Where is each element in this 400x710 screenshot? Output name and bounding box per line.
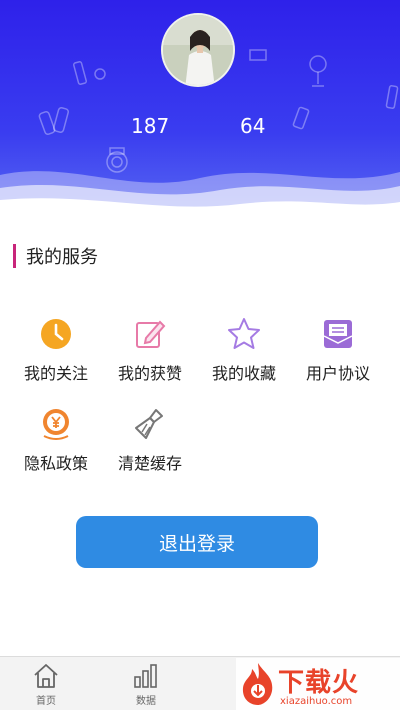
service-label: 隐私政策 xyxy=(23,454,88,473)
watermark: 下载火 xiazaihuo.com xyxy=(236,658,400,710)
service-label: 用户协议 xyxy=(305,364,370,383)
flame-logo-icon xyxy=(242,663,273,705)
service-label: 我的收藏 xyxy=(211,364,276,383)
tab-data[interactable]: 数据 xyxy=(116,661,176,707)
service-my-likes[interactable]: 我的获赞 xyxy=(103,316,197,396)
service-my-favorites[interactable]: 我的收藏 xyxy=(197,316,291,396)
yen-coin-icon xyxy=(43,409,69,440)
service-user-agreement[interactable]: 用户协议 xyxy=(291,316,385,396)
section-accent-bar xyxy=(13,244,16,268)
home-icon xyxy=(34,664,58,688)
tab-label: 数据 xyxy=(136,696,156,707)
star-icon xyxy=(228,318,260,349)
bar-chart-icon xyxy=(134,664,157,688)
clock-icon xyxy=(41,319,71,349)
watermark-text: 下载火 xyxy=(278,668,360,698)
service-label: 我的关注 xyxy=(23,364,88,383)
avatar[interactable] xyxy=(161,13,235,87)
logout-button[interactable]: 退出登录 xyxy=(76,516,318,568)
broom-icon xyxy=(135,409,163,439)
section-title: 我的服务 xyxy=(13,243,98,269)
tab-label: 首页 xyxy=(36,696,56,707)
mail-icon xyxy=(323,320,353,348)
watermark-url: xiazaihuo.com xyxy=(280,696,353,707)
service-clear-cache[interactable]: 清楚缓存 xyxy=(103,406,197,486)
stat-likes-count[interactable]: 64 xyxy=(240,114,265,138)
service-my-follows[interactable]: 我的关注 xyxy=(9,316,103,396)
service-label: 我的获赞 xyxy=(117,364,182,383)
service-label: 清楚缓存 xyxy=(117,454,182,473)
tab-home[interactable]: 首页 xyxy=(16,661,76,707)
stat-following-count[interactable]: 187 xyxy=(131,114,169,138)
section-title-text: 我的服务 xyxy=(26,247,98,268)
service-privacy-policy[interactable]: 隐私政策 xyxy=(9,406,103,486)
edit-icon xyxy=(136,320,166,348)
profile-header: 187 64 xyxy=(0,0,400,222)
